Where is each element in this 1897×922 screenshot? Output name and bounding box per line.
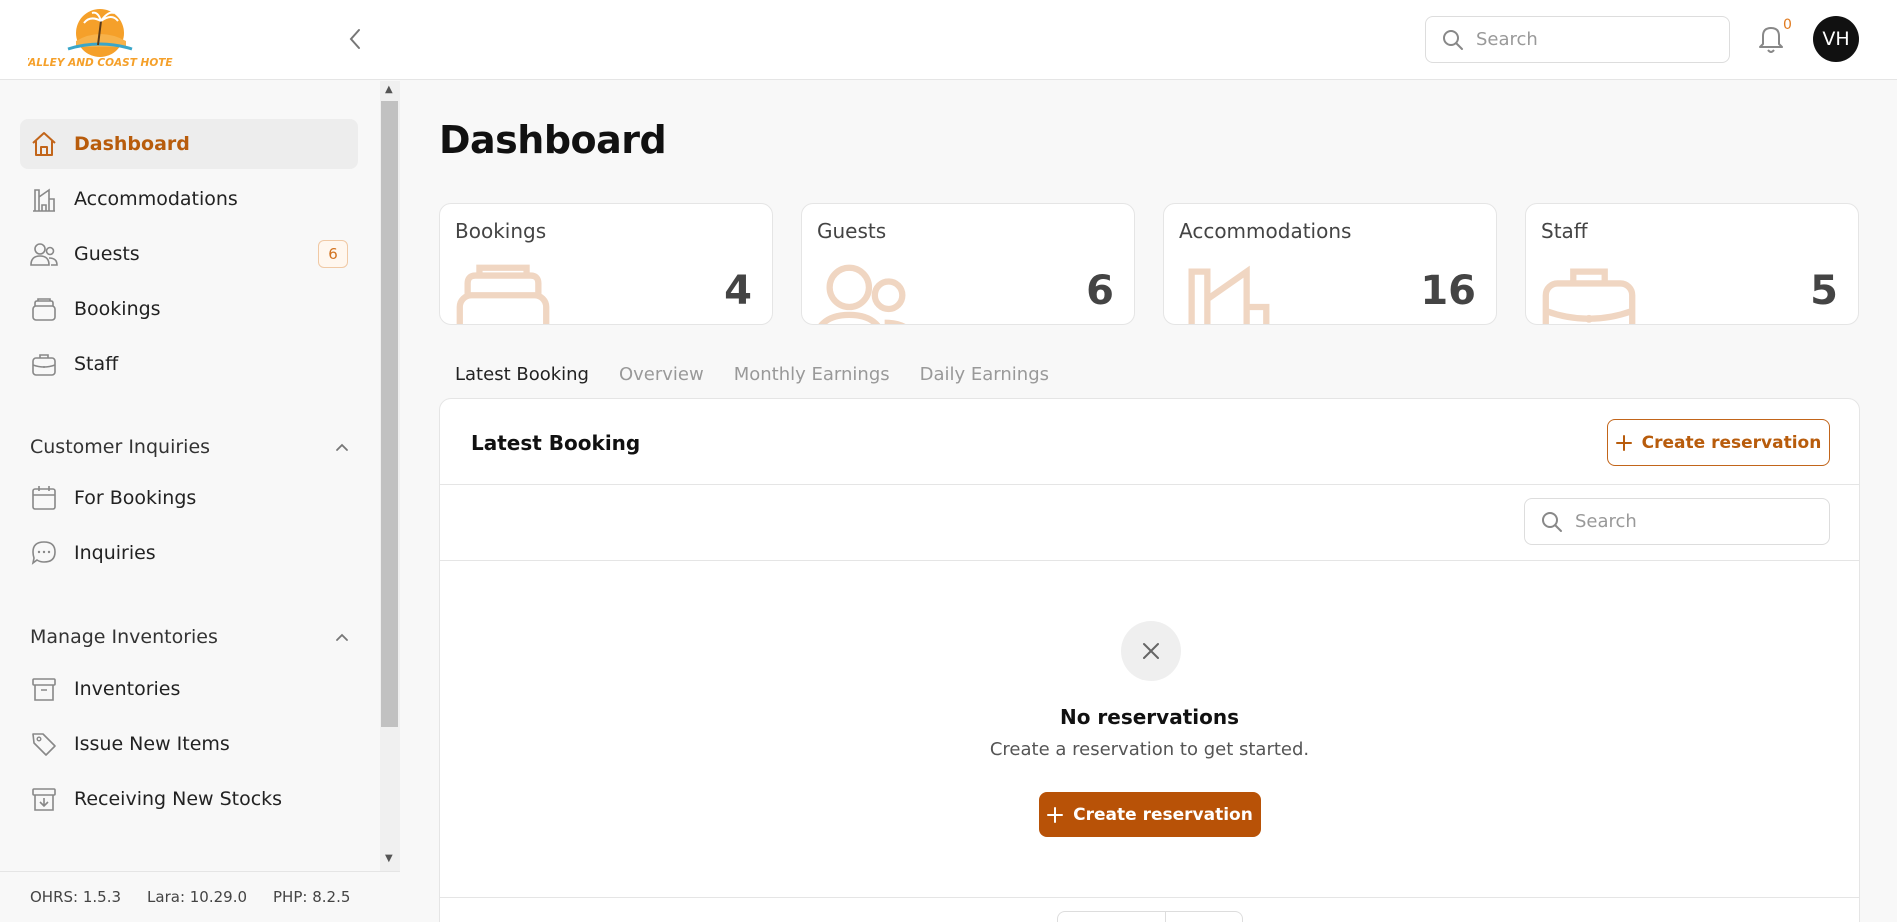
chevron-left-icon bbox=[349, 29, 360, 49]
table-search[interactable] bbox=[1524, 498, 1830, 545]
close-icon bbox=[1143, 643, 1159, 659]
scroll-up-arrow-icon[interactable]: ▲ bbox=[385, 84, 393, 95]
tab-overview[interactable]: Overview bbox=[619, 364, 704, 385]
building-icon bbox=[1188, 265, 1270, 324]
version-info: OHRS: 1.5.3 Lara: 10.29.0 PHP: 8.2.5 bbox=[0, 871, 400, 922]
latest-booking-panel: Latest Booking Create reservation No res… bbox=[439, 398, 1860, 922]
logo-text: VALLEY AND COAST HOTEL bbox=[28, 57, 173, 69]
stack-icon bbox=[30, 295, 58, 323]
sidebar-scrollbar-thumb[interactable] bbox=[381, 101, 398, 727]
sidebar-item-label: Receiving New Stocks bbox=[74, 788, 283, 810]
tab-daily-earnings[interactable]: Daily Earnings bbox=[920, 364, 1049, 385]
stat-value: 6 bbox=[1086, 268, 1114, 314]
plus-icon bbox=[1615, 434, 1632, 451]
scroll-down-arrow-icon[interactable]: ▼ bbox=[385, 853, 393, 864]
stat-label: Bookings bbox=[455, 219, 547, 243]
section-manage-inventories[interactable]: Manage Inventories bbox=[30, 622, 350, 652]
sidebar-item-label: Bookings bbox=[74, 298, 161, 320]
version-laravel: Lara: 10.29.0 bbox=[147, 888, 248, 906]
stat-card-bookings[interactable]: Bookings 4 bbox=[439, 203, 773, 325]
tag-icon bbox=[30, 730, 58, 758]
sidebar-item-inquiries[interactable]: Inquiries bbox=[20, 528, 358, 578]
sidebar-item-label: Inquiries bbox=[74, 542, 156, 564]
sidebar-item-staff[interactable]: Staff bbox=[20, 339, 358, 389]
table-search-input[interactable] bbox=[1575, 511, 1815, 532]
sidebar-item-label: Guests bbox=[74, 243, 140, 265]
sidebar-item-guests[interactable]: Guests 6 bbox=[20, 229, 358, 279]
collapse-sidebar-button[interactable] bbox=[340, 24, 370, 54]
sidebar-item-bookings[interactable]: Bookings bbox=[20, 284, 358, 334]
sidebar-item-label: For Bookings bbox=[74, 487, 197, 509]
briefcase-icon bbox=[30, 350, 58, 378]
panel-filter-bar bbox=[440, 485, 1859, 561]
stack-icon bbox=[456, 264, 550, 324]
page-title: Dashboard bbox=[439, 118, 667, 162]
empty-state-title: No reservations bbox=[1059, 705, 1240, 729]
empty-state-icon bbox=[1121, 621, 1181, 681]
bell-icon bbox=[1759, 27, 1783, 53]
users-icon bbox=[30, 240, 58, 268]
notification-count: 0 bbox=[1783, 17, 1792, 33]
sidebar-item-label: Inventories bbox=[74, 678, 181, 700]
sidebar-item-for-bookings[interactable]: For Bookings bbox=[20, 473, 358, 523]
version-php: PHP: 8.2.5 bbox=[273, 888, 351, 906]
tab-monthly-earnings[interactable]: Monthly Earnings bbox=[734, 364, 890, 385]
chevron-up-icon bbox=[336, 633, 348, 641]
archive-icon bbox=[30, 675, 58, 703]
sidebar-nav: Dashboard Accommodations Guests 6 Bookin… bbox=[0, 81, 380, 871]
stat-label: Staff bbox=[1541, 219, 1588, 243]
home-icon bbox=[30, 130, 58, 158]
stat-value: 5 bbox=[1810, 268, 1838, 314]
chevron-up-icon bbox=[336, 443, 348, 451]
users-icon bbox=[818, 264, 906, 324]
pagination-divider bbox=[1165, 912, 1166, 922]
tab-latest-booking[interactable]: Latest Booking bbox=[455, 364, 589, 385]
sidebar-item-receiving-new-stocks[interactable]: Receiving New Stocks bbox=[20, 774, 358, 824]
briefcase-icon bbox=[1542, 268, 1636, 324]
button-label: Create reservation bbox=[1073, 804, 1253, 825]
empty-create-reservation-button[interactable]: Create reservation bbox=[1039, 792, 1261, 837]
avatar[interactable]: VH bbox=[1813, 16, 1859, 62]
sidebar-item-accommodations[interactable]: Accommodations bbox=[20, 174, 358, 224]
dashboard-tabs: Latest Booking Overview Monthly Earnings… bbox=[455, 364, 1049, 385]
calendar-icon bbox=[30, 484, 58, 512]
button-label: Create reservation bbox=[1641, 432, 1822, 453]
archive-down-icon bbox=[30, 785, 58, 813]
stat-label: Accommodations bbox=[1179, 219, 1352, 243]
search-icon bbox=[1542, 511, 1562, 532]
panel-header: Latest Booking Create reservation bbox=[440, 399, 1859, 485]
stat-card-accommodations[interactable]: Accommodations 16 bbox=[1163, 203, 1497, 325]
sidebar-item-label: Accommodations bbox=[74, 188, 238, 210]
guests-count-badge: 6 bbox=[318, 240, 348, 268]
section-customer-inquiries[interactable]: Customer Inquiries bbox=[30, 432, 350, 462]
plus-icon bbox=[1047, 806, 1064, 823]
section-title: Manage Inventories bbox=[30, 626, 218, 648]
search-input[interactable] bbox=[1476, 29, 1716, 50]
sidebar-item-label: Staff bbox=[74, 353, 119, 375]
panel-title: Latest Booking bbox=[471, 431, 641, 455]
panel-footer-divider bbox=[440, 897, 1859, 898]
hotel-logo[interactable]: VALLEY AND COAST HOTEL bbox=[21, 7, 179, 73]
empty-state-subtitle: Create a reservation to get started. bbox=[989, 739, 1310, 760]
version-ohrs: OHRS: 1.5.3 bbox=[30, 888, 122, 906]
stat-card-guests[interactable]: Guests 6 bbox=[801, 203, 1135, 325]
sidebar-item-label: Issue New Items bbox=[74, 733, 230, 755]
building-icon bbox=[30, 185, 58, 213]
sidebar: Dashboard Accommodations Guests 6 Bookin… bbox=[0, 81, 400, 922]
stat-card-staff[interactable]: Staff 5 bbox=[1525, 203, 1859, 325]
sidebar-item-issue-new-items[interactable]: Issue New Items bbox=[20, 719, 358, 769]
create-reservation-button[interactable]: Create reservation bbox=[1607, 419, 1830, 466]
header-search[interactable] bbox=[1425, 16, 1730, 63]
pagination[interactable] bbox=[1057, 911, 1243, 922]
sidebar-item-inventories[interactable]: Inventories bbox=[20, 664, 358, 714]
stat-value: 4 bbox=[724, 268, 752, 314]
search-icon bbox=[1443, 29, 1463, 50]
stat-label: Guests bbox=[817, 219, 887, 243]
sidebar-item-dashboard[interactable]: Dashboard bbox=[20, 119, 358, 169]
sidebar-item-label: Dashboard bbox=[74, 133, 190, 155]
top-bar: VALLEY AND COAST HOTEL 0 VH bbox=[0, 0, 1897, 80]
section-title: Customer Inquiries bbox=[30, 436, 211, 458]
stat-value: 16 bbox=[1420, 268, 1476, 314]
chat-icon bbox=[30, 539, 58, 567]
